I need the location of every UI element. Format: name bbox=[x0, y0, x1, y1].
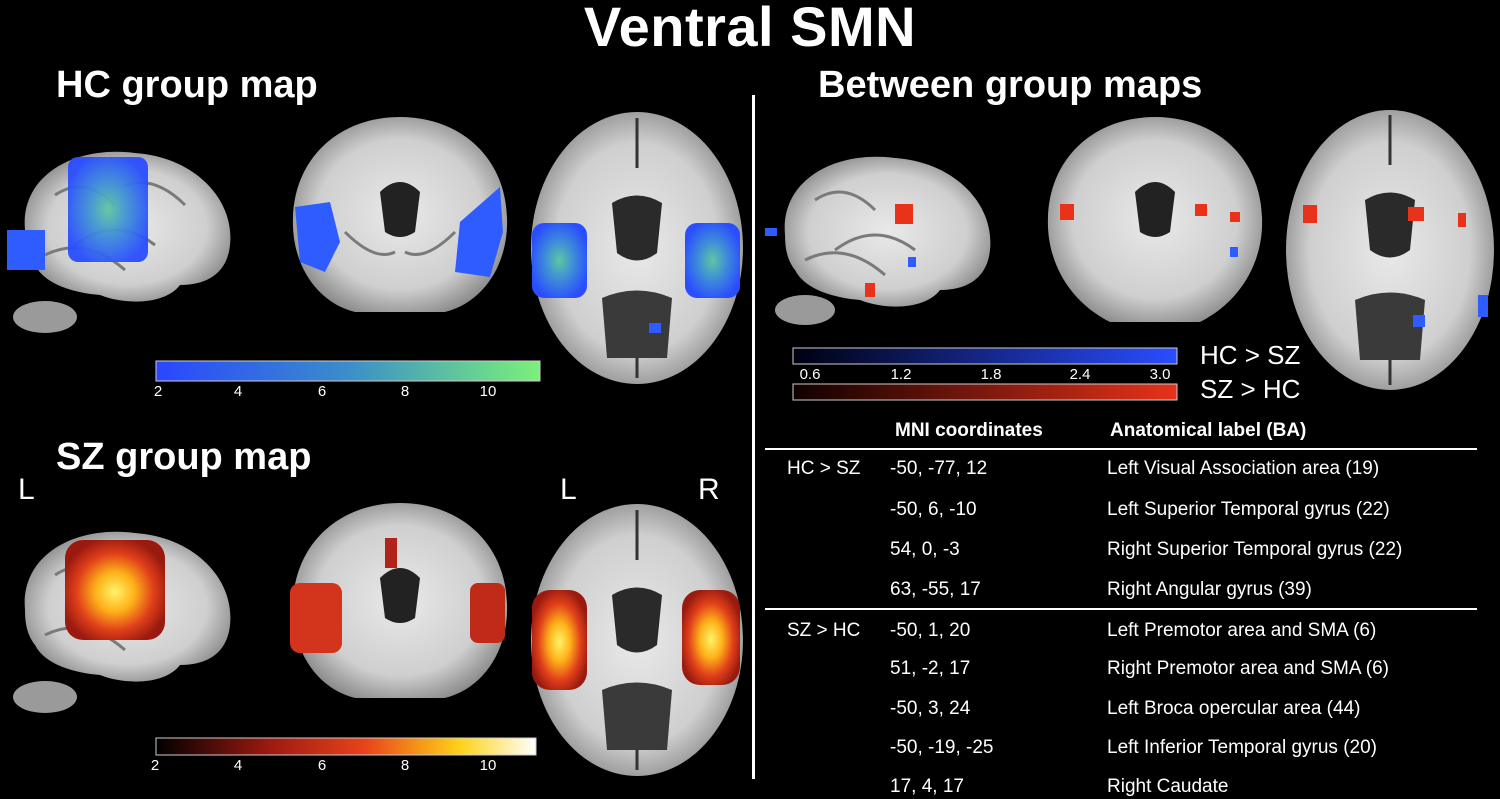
between-sagittal-brain bbox=[765, 156, 991, 325]
table-cell-label: Right Caudate bbox=[1107, 776, 1229, 797]
sz-colorbar-tick: 2 bbox=[150, 757, 160, 774]
between-axial-brain bbox=[1286, 110, 1494, 390]
table-cell-label: Left Premotor area and SMA (6) bbox=[1107, 620, 1377, 641]
figure-title: Ventral SMN bbox=[583, 0, 917, 58]
table-header-mni: MNI coordinates bbox=[895, 420, 1043, 441]
between-panel-title: Between group maps bbox=[818, 64, 1203, 106]
table-group-label: HC > SZ bbox=[787, 458, 861, 479]
left-orientation-label: L bbox=[18, 473, 35, 506]
hc-colorbar-tick: 4 bbox=[233, 383, 243, 400]
between-colorbar-tick: 0.6 bbox=[799, 366, 821, 383]
table-cell-mni: -50, 1, 20 bbox=[890, 620, 971, 641]
hc-coronal-brain bbox=[292, 117, 508, 312]
table-cell-label: Right Superior Temporal gyrus (22) bbox=[1107, 539, 1403, 560]
between-colorbar-tick: 3.0 bbox=[1149, 366, 1171, 383]
hc-sagittal-brain bbox=[7, 151, 231, 333]
table-group-label: SZ > HC bbox=[787, 620, 861, 641]
sz-sagittal-brain bbox=[13, 531, 231, 713]
sz-coronal-brain bbox=[290, 503, 508, 698]
hc-colorbar-tick: 10 bbox=[479, 383, 497, 400]
legend-sz-gt-hc: SZ > HC bbox=[1200, 374, 1301, 404]
legend-hc-gt-sz: HC > SZ bbox=[1200, 340, 1301, 370]
table-cell-label: Left Broca opercular area (44) bbox=[1107, 698, 1361, 719]
table-cell-mni: -50, 6, -10 bbox=[890, 499, 977, 520]
panel-divider bbox=[752, 95, 755, 779]
sz-colorbar-tick: 4 bbox=[233, 757, 243, 774]
hc-panel-title: HC group map bbox=[56, 64, 318, 106]
table-cell-mni: 51, -2, 17 bbox=[890, 658, 971, 679]
table-cell-label: Left Visual Association area (19) bbox=[1107, 458, 1380, 479]
hc-axial-brain bbox=[531, 112, 743, 384]
table-rule bbox=[765, 608, 1477, 610]
table-cell-mni: 63, -55, 17 bbox=[890, 579, 981, 600]
hc-colorbar bbox=[155, 360, 541, 382]
table-cell-label: Right Angular gyrus (39) bbox=[1107, 579, 1312, 600]
sz-axial-brain bbox=[531, 504, 743, 776]
table-cell-mni: 17, 4, 17 bbox=[890, 776, 964, 797]
table-cell-label: Right Premotor area and SMA (6) bbox=[1107, 658, 1389, 679]
table-cell-label: Left Superior Temporal gyrus (22) bbox=[1107, 499, 1390, 520]
sz-colorbar-tick: 8 bbox=[400, 757, 410, 774]
table-rule bbox=[765, 448, 1477, 450]
sz-colorbar-tick: 6 bbox=[317, 757, 327, 774]
hc-colorbar-tick: 8 bbox=[400, 383, 410, 400]
hc-colorbar-tick: 2 bbox=[153, 383, 163, 400]
between-colorbar-tick: 1.8 bbox=[980, 366, 1002, 383]
sz-panel-title: SZ group map bbox=[56, 436, 312, 478]
between-colorbar-tick: 2.4 bbox=[1069, 366, 1091, 383]
sz-colorbar-tick: 10 bbox=[479, 757, 497, 774]
table-cell-mni: -50, -19, -25 bbox=[890, 737, 994, 758]
table-cell-mni: -50, -77, 12 bbox=[890, 458, 988, 479]
hc-colorbar-tick: 6 bbox=[317, 383, 327, 400]
table-cell-mni: -50, 3, 24 bbox=[890, 698, 971, 719]
table-cell-label: Left Inferior Temporal gyrus (20) bbox=[1107, 737, 1377, 758]
table-header-label: Anatomical label (BA) bbox=[1110, 420, 1307, 441]
between-colorbar-tick: 1.2 bbox=[890, 366, 912, 383]
table-cell-mni: 54, 0, -3 bbox=[890, 539, 960, 560]
between-coronal-brain bbox=[1047, 117, 1263, 322]
